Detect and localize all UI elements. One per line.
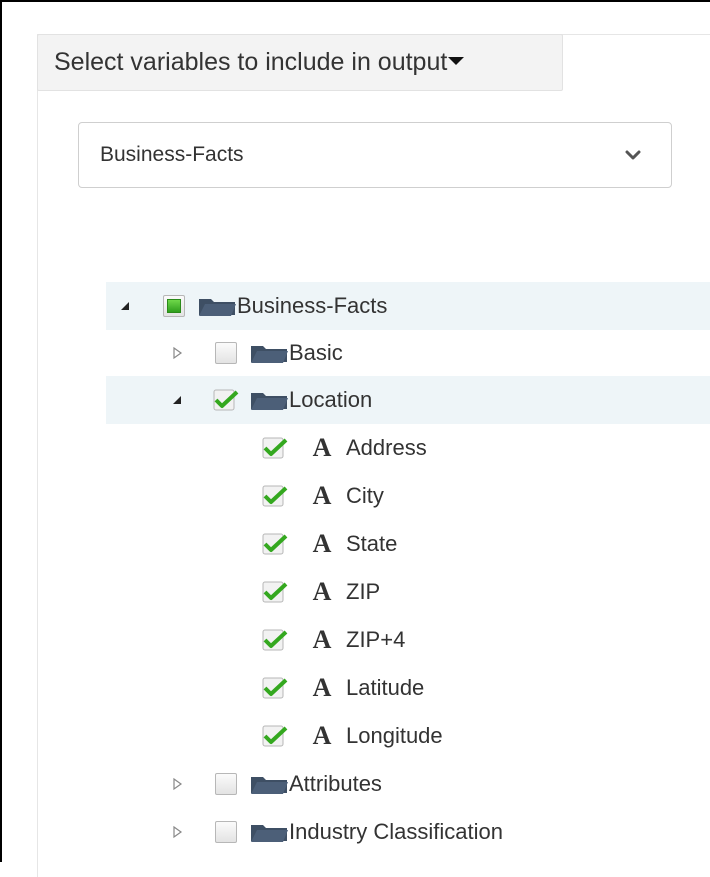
unchecked-checkbox-icon[interactable] — [215, 821, 237, 843]
tree-node-attributes[interactable]: Attributes — [169, 760, 382, 808]
folder-icon — [251, 346, 288, 363]
tree-node-basic[interactable]: Basic — [169, 329, 343, 377]
select-variables-title: Select variables to include in output — [54, 48, 448, 76]
unchecked-checkbox-icon[interactable] — [215, 773, 237, 795]
tree-leaf-label: ZIP+4 — [346, 627, 406, 652]
chevron-down-icon — [625, 150, 641, 160]
tree-leaf-longitude[interactable]: A Longitude — [262, 712, 443, 760]
tree-leaf-zip4[interactable]: A ZIP+4 — [262, 616, 405, 664]
text-type-icon: A — [312, 481, 332, 510]
tree-node-label: Industry Classification — [289, 819, 503, 844]
folder-icon — [199, 299, 236, 316]
window-frame-top — [0, 0, 710, 2]
checked-checkbox-icon[interactable] — [262, 677, 288, 699]
unchecked-checkbox-icon[interactable] — [215, 342, 237, 364]
text-type-icon: A — [312, 433, 332, 462]
text-type-icon: A — [312, 529, 332, 558]
checked-checkbox-icon[interactable] — [262, 533, 288, 555]
caret-down-icon — [448, 56, 465, 65]
folder-icon — [251, 393, 288, 410]
tree-leaf-latitude[interactable]: A Latitude — [262, 664, 424, 712]
dataset-select-value: Business-Facts — [100, 143, 244, 166]
checked-checkbox-icon[interactable] — [262, 725, 288, 747]
collapsed-triangle-icon[interactable] — [169, 776, 185, 792]
checked-checkbox-icon[interactable] — [262, 485, 288, 507]
checked-checkbox-icon[interactable] — [262, 581, 288, 603]
tree-leaf-address[interactable]: A Address — [262, 424, 427, 472]
tree-leaf-zip[interactable]: A ZIP — [262, 568, 380, 616]
tree-leaf-label: ZIP — [346, 579, 381, 604]
text-type-icon: A — [312, 721, 332, 750]
tree-node-label: Attributes — [289, 771, 382, 796]
tree-node-label: Basic — [289, 340, 343, 365]
tree-node-location[interactable]: Location — [169, 376, 372, 424]
tree-leaf-label: Longitude — [346, 723, 443, 748]
folder-icon — [251, 825, 288, 842]
select-variables-dropdown-toggle[interactable]: Select variables to include in output — [37, 34, 563, 91]
tree-leaf-label: Address — [346, 435, 427, 460]
checked-checkbox-icon[interactable] — [213, 389, 239, 411]
tree-leaf-state[interactable]: A State — [262, 520, 397, 568]
tree-node-label: Location — [289, 387, 373, 412]
tree-node-business-facts[interactable]: Business-Facts — [117, 282, 387, 330]
tree-node-label: Business-Facts — [237, 293, 388, 318]
tree-leaf-label: Latitude — [346, 675, 425, 700]
collapsed-triangle-icon[interactable] — [169, 824, 185, 840]
expanded-triangle-icon[interactable] — [117, 298, 133, 314]
window-frame-left — [0, 0, 2, 862]
checked-checkbox-icon[interactable] — [262, 437, 288, 459]
tree-leaf-label: State — [346, 531, 398, 556]
tree-leaf-city[interactable]: A City — [262, 472, 384, 520]
collapsed-triangle-icon[interactable] — [169, 345, 185, 361]
dataset-select[interactable]: Business-Facts — [78, 122, 672, 188]
partial-checkbox-icon[interactable] — [163, 295, 185, 317]
folder-icon — [251, 777, 288, 794]
expanded-triangle-icon[interactable] — [169, 392, 185, 408]
text-type-icon: A — [312, 577, 332, 606]
tree-node-industry-classification[interactable]: Industry Classification — [169, 808, 503, 856]
tree-leaf-label: City — [346, 483, 384, 508]
checked-checkbox-icon[interactable] — [262, 629, 288, 651]
text-type-icon: A — [312, 673, 332, 702]
text-type-icon: A — [312, 625, 332, 654]
